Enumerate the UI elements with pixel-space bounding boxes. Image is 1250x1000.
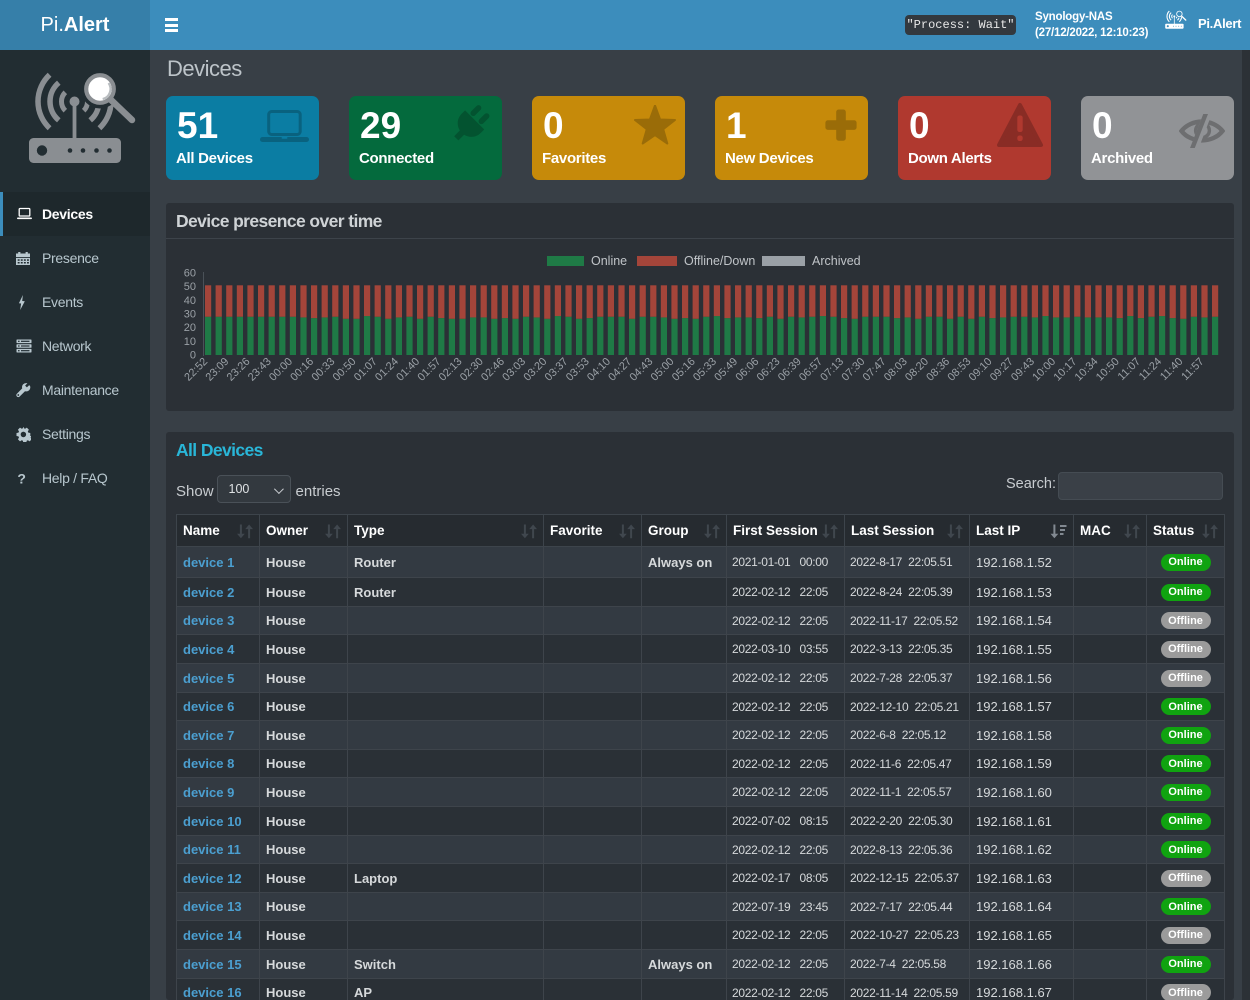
svg-text:08:36: 08:36 — [924, 356, 952, 384]
svg-text:06:39: 06:39 — [776, 356, 804, 384]
svg-text:00:33: 00:33 — [309, 356, 337, 384]
svg-text:01:07: 01:07 — [352, 356, 380, 384]
svg-text:08:53: 08:53 — [945, 356, 973, 384]
svg-text:08:03: 08:03 — [882, 356, 910, 384]
svg-text:23:09: 23:09 — [203, 356, 231, 384]
svg-text:00:00: 00:00 — [267, 356, 295, 384]
svg-text:11:57: 11:57 — [1179, 356, 1206, 383]
svg-text:11:07: 11:07 — [1116, 356, 1143, 383]
svg-text:10:34: 10:34 — [1073, 356, 1101, 384]
svg-text:20: 20 — [184, 322, 196, 334]
svg-text:Offline/Down: Offline/Down — [684, 254, 755, 268]
svg-text:10: 10 — [184, 336, 196, 348]
svg-text:08:20: 08:20 — [903, 356, 931, 384]
svg-text:05:49: 05:49 — [712, 356, 740, 384]
svg-text:00:16: 00:16 — [288, 356, 316, 384]
svg-text:60: 60 — [184, 268, 196, 280]
svg-text:09:27: 09:27 — [988, 356, 1016, 384]
svg-text:50: 50 — [184, 281, 196, 293]
svg-text:09:43: 09:43 — [1009, 356, 1037, 384]
svg-text:01:24: 01:24 — [373, 356, 401, 384]
svg-text:02:46: 02:46 — [479, 356, 507, 384]
svg-text:02:13: 02:13 — [437, 356, 465, 384]
svg-text:06:23: 06:23 — [755, 356, 783, 384]
svg-text:01:57: 01:57 — [415, 356, 443, 384]
svg-text:01:40: 01:40 — [394, 356, 422, 384]
svg-text:05:00: 05:00 — [649, 356, 677, 384]
svg-text:04:27: 04:27 — [606, 356, 634, 384]
svg-text:0: 0 — [190, 350, 196, 362]
svg-text:10:17: 10:17 — [1051, 356, 1079, 384]
svg-text:00:50: 00:50 — [331, 356, 359, 384]
svg-text:07:13: 07:13 — [818, 356, 846, 384]
svg-text:22:52: 22:52 — [182, 356, 210, 384]
svg-text:07:47: 07:47 — [861, 356, 889, 384]
svg-text:03:20: 03:20 — [521, 356, 549, 384]
svg-text:03:53: 03:53 — [564, 356, 592, 384]
svg-text:06:06: 06:06 — [733, 356, 761, 384]
svg-text:23:43: 23:43 — [246, 356, 274, 384]
svg-text:07:30: 07:30 — [839, 356, 867, 384]
svg-text:04:10: 04:10 — [585, 356, 613, 384]
svg-text:30: 30 — [184, 309, 196, 321]
svg-text:03:03: 03:03 — [500, 356, 528, 384]
svg-text:03:37: 03:37 — [543, 356, 571, 384]
svg-text:06:57: 06:57 — [797, 356, 825, 384]
svg-text:04:43: 04:43 — [627, 356, 655, 384]
svg-text:05:16: 05:16 — [670, 356, 698, 384]
svg-text:10:00: 10:00 — [1030, 356, 1058, 384]
svg-text:09:10: 09:10 — [967, 356, 995, 384]
svg-text:11:40: 11:40 — [1158, 356, 1185, 383]
svg-text:40: 40 — [184, 295, 196, 307]
svg-text:10:50: 10:50 — [1094, 356, 1122, 384]
svg-text:02:30: 02:30 — [458, 356, 486, 384]
svg-text:05:33: 05:33 — [691, 356, 719, 384]
svg-text:?: ? — [17, 471, 25, 486]
svg-text:Online: Online — [591, 254, 627, 268]
svg-text:Archived: Archived — [812, 254, 861, 268]
svg-text:23:26: 23:26 — [225, 356, 253, 384]
svg-text:11:24: 11:24 — [1137, 356, 1164, 383]
